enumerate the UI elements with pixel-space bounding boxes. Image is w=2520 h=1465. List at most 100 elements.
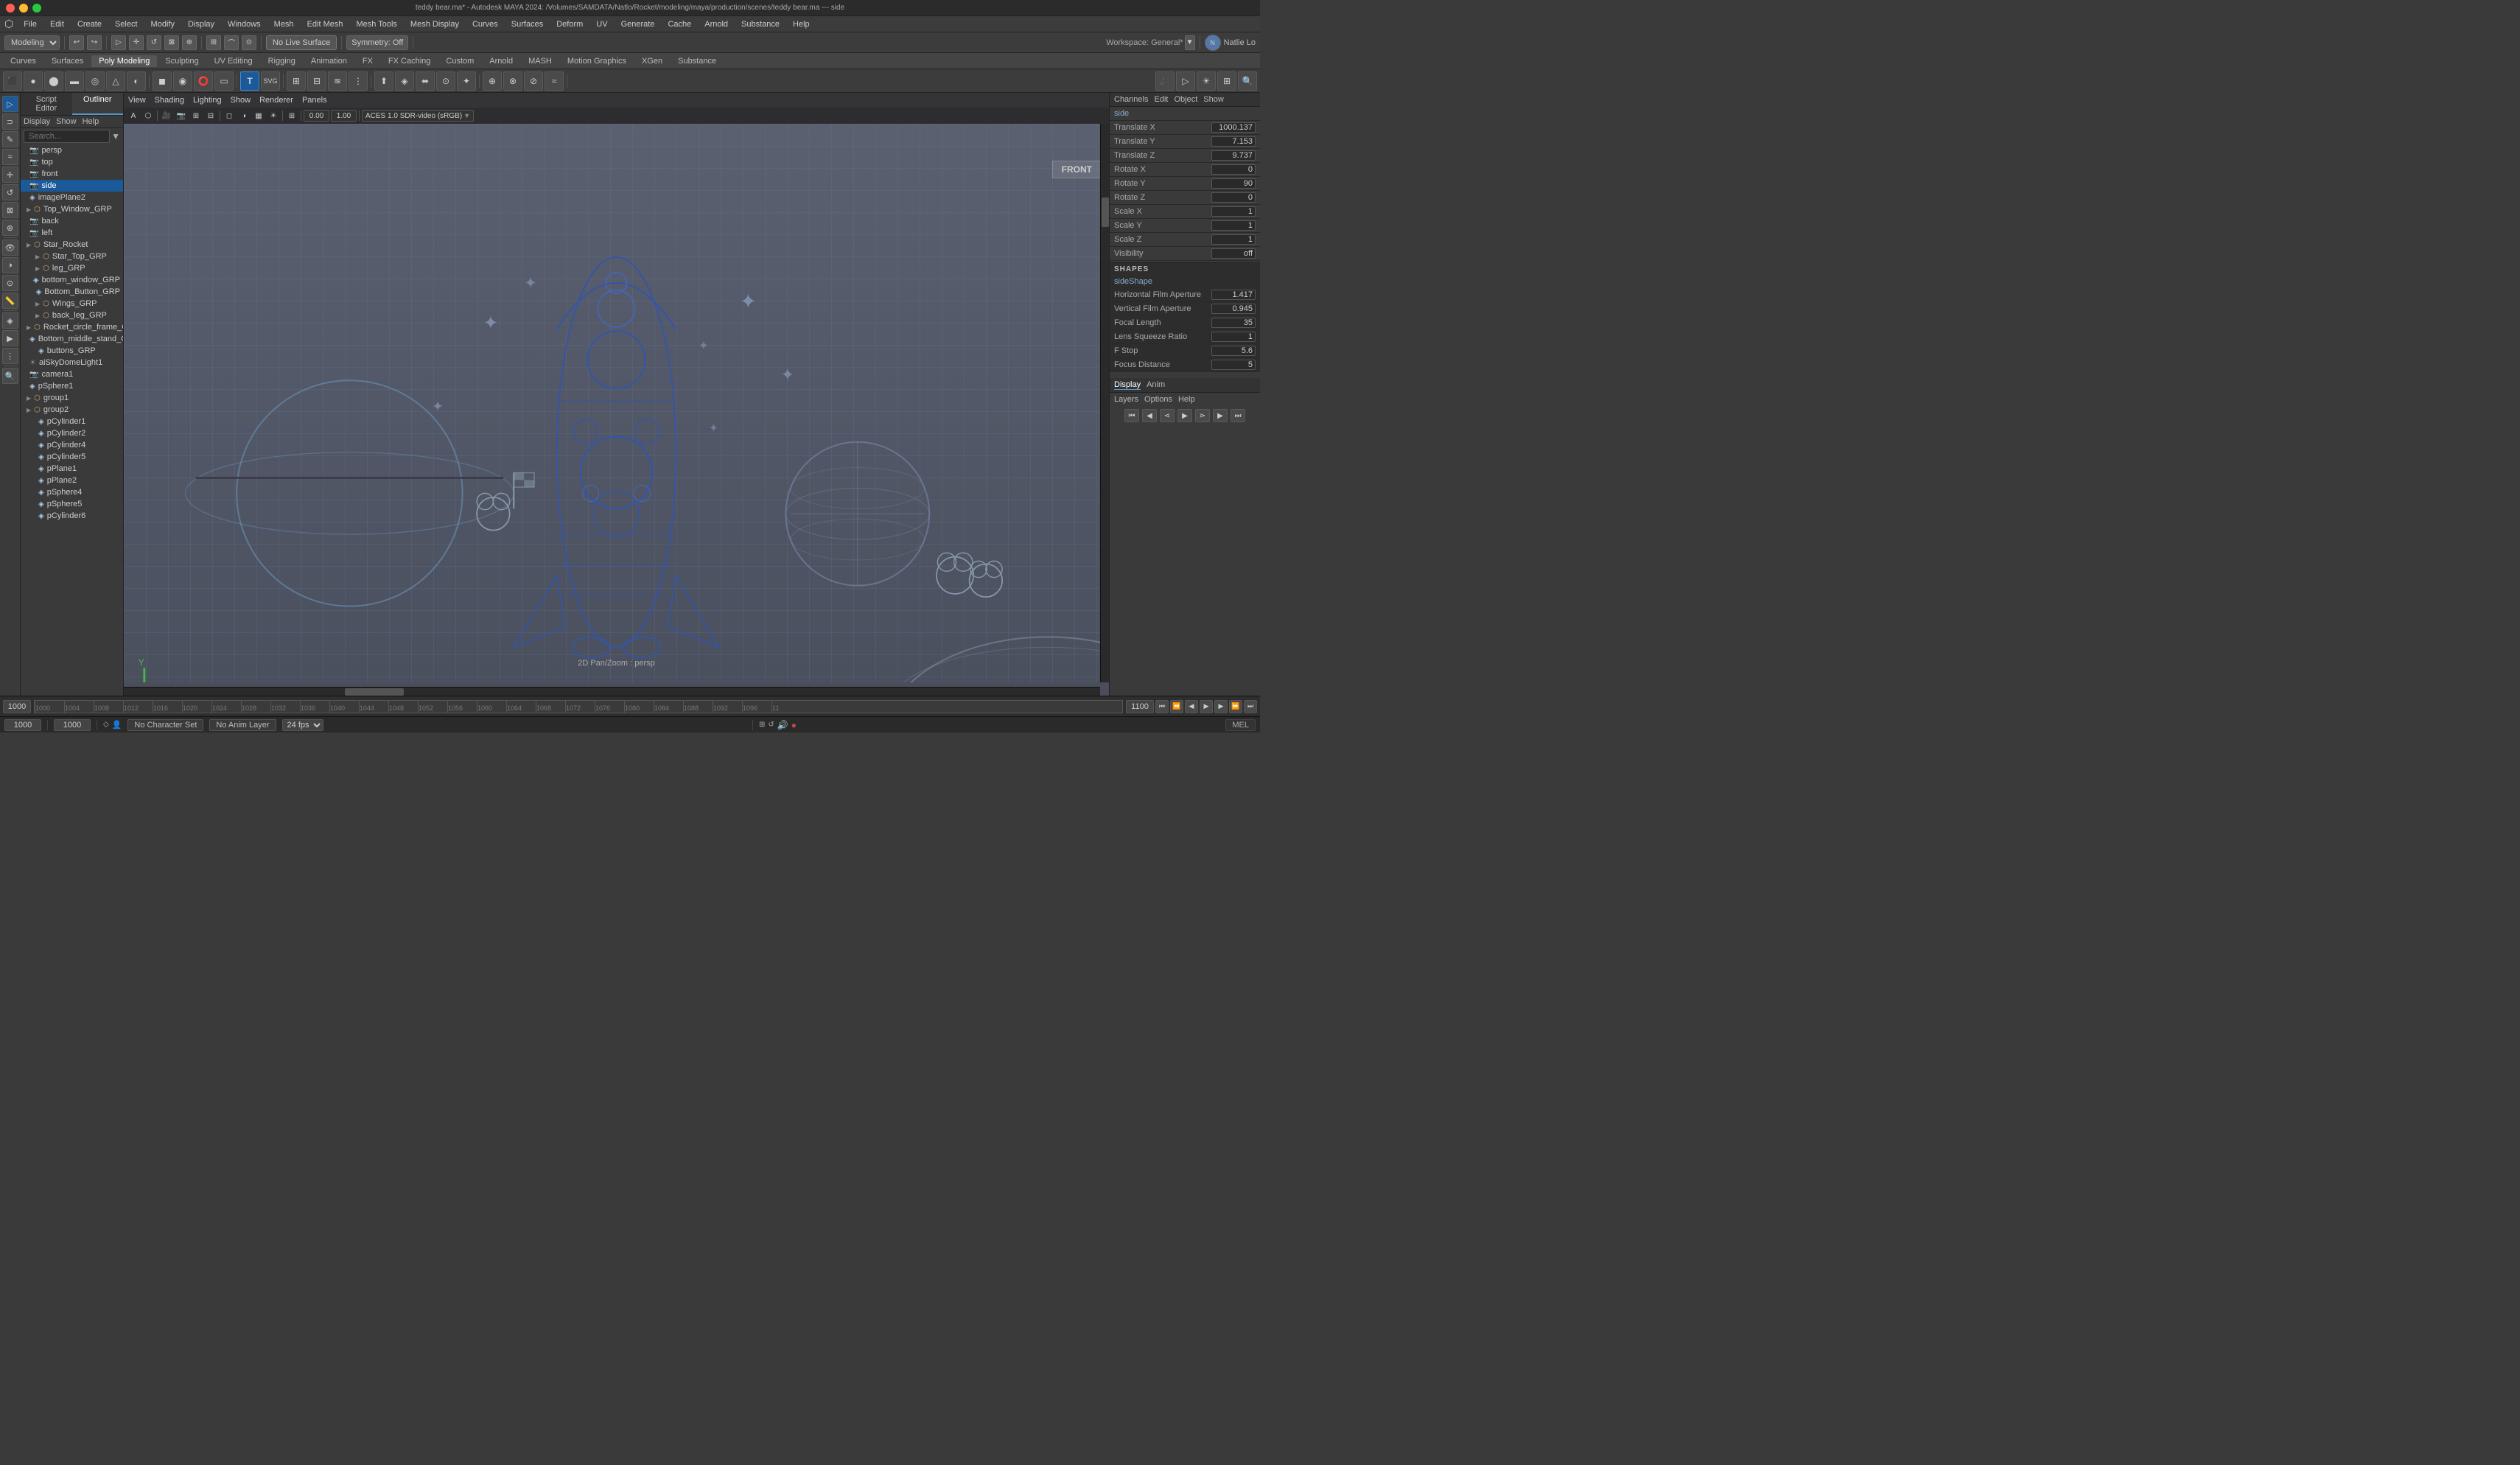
snap-curve[interactable]: ⌒ <box>224 35 239 50</box>
poke-icon[interactable]: ✦ <box>457 71 476 91</box>
edge-flow-icon[interactable]: ≈ <box>545 71 564 91</box>
outliner-search[interactable] <box>24 130 110 143</box>
status-start-frame[interactable] <box>4 719 41 731</box>
script-editor-tab[interactable]: Script Editor <box>21 93 72 115</box>
sphere-icon[interactable]: ● <box>24 71 43 91</box>
shape-attr-value[interactable]: 1 <box>1211 332 1256 342</box>
status-end-frame[interactable] <box>54 719 91 731</box>
outliner-item[interactable]: ◈pSphere5 <box>21 498 123 510</box>
camera-tool-icon[interactable]: 🎥 <box>1155 71 1175 91</box>
tab-surfaces[interactable]: Surfaces <box>44 55 91 67</box>
viewport-scrollbar-h[interactable] <box>124 687 1100 696</box>
outliner-item[interactable]: ◈buttons_GRP <box>21 345 123 357</box>
menu-curves[interactable]: Curves <box>466 18 504 30</box>
outliner-item[interactable]: ▶⬡Star_Top_GRP <box>21 251 123 262</box>
layers-menu[interactable]: Layers <box>1114 395 1138 404</box>
trax-editor-btn[interactable]: ⋮ <box>2 348 18 364</box>
expand-icon[interactable]: ▶ <box>27 242 31 248</box>
shape-attr-value[interactable]: 0.945 <box>1211 304 1256 314</box>
snap-grid[interactable]: ⊞ <box>206 35 221 50</box>
menu-generate[interactable]: Generate <box>615 18 661 30</box>
hypershade-btn[interactable]: ◈ <box>2 312 18 329</box>
attr-value[interactable]: off <box>1211 248 1256 259</box>
plane-icon[interactable]: ▬ <box>65 71 84 91</box>
anim-prev-btn[interactable]: ◀ <box>1142 409 1157 422</box>
menu-deform[interactable]: Deform <box>550 18 589 30</box>
outliner-item[interactable]: ▶⬡group1 <box>21 392 123 404</box>
sound-icon[interactable]: 🔊 <box>777 720 788 730</box>
tab-substance[interactable]: Substance <box>671 55 724 67</box>
outliner-item[interactable]: 📷top <box>21 156 123 168</box>
snap-btn[interactable]: ⊙ <box>2 275 18 291</box>
bevel-icon[interactable]: ◈ <box>395 71 414 91</box>
outliner-item[interactable]: 📷persp <box>21 144 123 156</box>
anim-tab[interactable]: Anim <box>1147 380 1165 390</box>
symmetry-off-btn[interactable]: Symmetry: Off <box>346 35 408 50</box>
redo-button[interactable]: ↪ <box>87 35 102 50</box>
lasso-tool-btn[interactable]: ⊃ <box>2 113 18 130</box>
attr-value[interactable]: 0 <box>1211 164 1256 175</box>
search-icon[interactable]: 🔍 <box>1238 71 1257 91</box>
pb-step-back-btn[interactable]: ◀ <box>1185 700 1198 713</box>
menu-help[interactable]: Help <box>787 18 816 30</box>
vp-value1-input[interactable] <box>304 110 329 122</box>
vp-grid-icon[interactable]: ⊞ <box>285 109 298 122</box>
subdiv-icon[interactable]: ⋮ <box>349 71 368 91</box>
tab-arnold[interactable]: Arnold <box>482 55 520 67</box>
vp-cam-icon[interactable]: 🎥 <box>160 109 173 122</box>
outliner-item[interactable]: ◈pSphere4 <box>21 486 123 498</box>
viewport-scrollbar-v[interactable] <box>1100 124 1109 682</box>
tab-sculpting[interactable]: Sculpting <box>158 55 206 67</box>
anim-next-key-btn[interactable]: ⋗ <box>1195 409 1210 422</box>
menu-modify[interactable]: Modify <box>145 18 181 30</box>
tab-fx[interactable]: FX <box>355 55 380 67</box>
outliner-item[interactable]: ◈pCylinder2 <box>21 427 123 439</box>
expand-icon[interactable]: ▶ <box>27 324 31 331</box>
menu-substance[interactable]: Substance <box>735 18 785 30</box>
outliner-item[interactable]: ▶⬡Rocket_circle_frame_GRP <box>21 321 123 333</box>
char-icon[interactable]: 👤 <box>112 720 122 730</box>
tab-uv-editing[interactable]: UV Editing <box>207 55 260 67</box>
object-menu[interactable]: Object <box>1174 95 1197 104</box>
outliner-item[interactable]: ▶⬡Star_Rocket <box>21 239 123 251</box>
playback-end-input[interactable] <box>1126 700 1154 713</box>
menu-mesh-tools[interactable]: Mesh Tools <box>350 18 402 30</box>
vp-value2-input[interactable] <box>331 110 357 122</box>
attr-value[interactable]: 1 <box>1211 220 1256 231</box>
outliner-item[interactable]: ◈bottom_window_GRP <box>21 274 123 286</box>
nurbs-cyl-icon[interactable]: ⭕ <box>194 71 213 91</box>
tab-motion-graphics[interactable]: Motion Graphics <box>560 55 634 67</box>
extrude-icon[interactable]: ⬆ <box>374 71 393 91</box>
expand-icon[interactable]: ▶ <box>35 301 40 307</box>
light-icon[interactable]: ☀ <box>1197 71 1216 91</box>
menu-mesh-display[interactable]: Mesh Display <box>405 18 465 30</box>
vp-cam3-icon[interactable]: ⊞ <box>189 109 203 122</box>
shape-attr-value[interactable]: 5 <box>1211 360 1256 370</box>
scale-btn[interactable]: ⊠ <box>2 202 18 218</box>
outliner-item[interactable]: ◈pCylinder4 <box>21 439 123 451</box>
tab-animation[interactable]: Animation <box>304 55 354 67</box>
offset-icon[interactable]: ⊗ <box>503 71 522 91</box>
expand-icon[interactable]: ▶ <box>27 395 31 402</box>
renderer-menu[interactable]: Renderer <box>259 96 293 105</box>
combine-icon[interactable]: ⊞ <box>287 71 306 91</box>
expand-icon[interactable]: ▶ <box>35 265 40 272</box>
attr-value[interactable]: 9.737 <box>1211 150 1256 161</box>
tab-rigging[interactable]: Rigging <box>261 55 303 67</box>
menu-select[interactable]: Select <box>109 18 144 30</box>
vp-light-icon[interactable]: ☀ <box>267 109 280 122</box>
tab-poly-modeling[interactable]: Poly Modeling <box>91 55 157 67</box>
outliner-item[interactable]: ◈pCylinder1 <box>21 416 123 427</box>
vp-obj-icon[interactable]: ⬡ <box>141 109 155 122</box>
universal-tool[interactable]: ⊕ <box>182 35 197 50</box>
attr-value[interactable]: 1 <box>1211 234 1256 245</box>
expand-icon[interactable]: ▶ <box>27 407 31 413</box>
user-avatar[interactable]: N <box>1205 35 1221 51</box>
close-button[interactable] <box>6 4 15 13</box>
search-btn[interactable]: 🔍 <box>2 368 18 384</box>
menu-arnold[interactable]: Arnold <box>699 18 734 30</box>
pb-first-btn[interactable]: ⏮ <box>1155 700 1169 713</box>
menu-windows[interactable]: Windows <box>222 18 267 30</box>
select-tool[interactable]: ▷ <box>111 35 126 50</box>
attr-value[interactable]: 1000.137 <box>1211 122 1256 133</box>
